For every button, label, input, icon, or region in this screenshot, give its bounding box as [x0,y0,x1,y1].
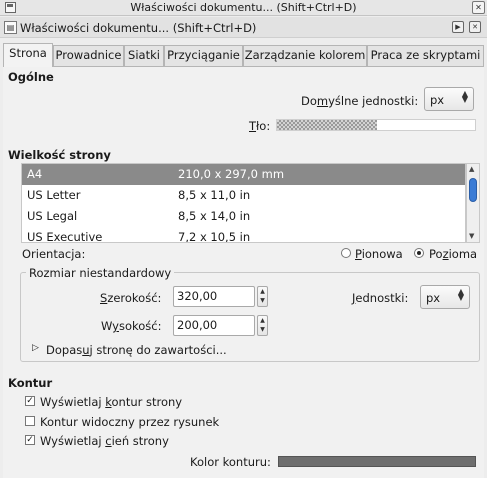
show-shadow-label[interactable]: Wyświetlaj cień strony [40,434,169,448]
general-heading: Ogólne [8,70,54,84]
portrait-label[interactable]: Pionowa [355,247,403,261]
spin-arrows-icon: ▲ ▼ [461,89,468,104]
window-titlebar: Właściwości dokumentu... (Shift+Ctrl+D) … [0,0,487,16]
width-label: Szerokość: [100,291,162,305]
width-field[interactable]: 320,00 [173,286,255,307]
list-item[interactable]: A4 210,0 x 297,0 mm [22,164,465,185]
background-label: Tło: [249,119,271,133]
transparency-checker [277,120,377,130]
border-heading: Kontur [8,376,53,390]
dock-title: Właściwości dokumentu... (Shift+Ctrl+D) [20,21,257,35]
dock-iconify-button[interactable]: ▶ [452,21,464,33]
height-field[interactable]: 200,00 [173,315,255,336]
tab-strona[interactable]: Strona [3,43,53,67]
spin-arrows-icon: ▲ ▼ [457,287,464,302]
page-size-scrollbar[interactable]: ▲ ▼ [466,163,480,243]
window-title: Właściwości dokumentu... (Shift+Ctrl+D) [130,1,357,14]
tab-praca-ze-skryptami[interactable]: Praca ze skryptami [367,45,484,66]
height-stepper[interactable]: ▲ ▼ [257,315,268,336]
tab-siatki[interactable]: Siatki [124,45,164,66]
height-label: Wysokość: [101,319,162,333]
border-color-button[interactable] [278,456,476,467]
border-color-label: Kolor konturu: [190,455,271,469]
custom-units-value: px [426,291,441,305]
dock-header: ▤ Właściwości dokumentu... (Shift+Ctrl+D… [0,17,487,38]
border-on-top-label[interactable]: Kontur widoczny przez rysunek [40,415,219,429]
dock-close-button[interactable]: ✕ [469,21,481,33]
scroll-up-icon[interactable]: ▲ [469,165,474,173]
tab-przyciaganie[interactable]: Przyciąganie [164,45,243,66]
expander-arrow-icon[interactable]: ▷ [32,343,39,353]
landscape-label[interactable]: Pozioma [429,247,477,261]
show-shadow-checkbox[interactable]: ✓ [25,435,35,445]
list-item[interactable]: US Executive 7,2 x 10,5 in [22,227,465,242]
show-border-label[interactable]: Wyświetlaj kontur strony [40,395,182,409]
landscape-radio[interactable] [414,248,424,258]
orientation-label: Orientacja: [22,247,86,261]
custom-size-legend: Rozmiar niestandardowy [26,266,175,280]
tab-zarzadzanie-kolorem[interactable]: Zarządzanie kolorem [243,45,367,66]
default-units-value: px [430,93,445,107]
close-window-button[interactable]: ✕ [472,1,485,14]
custom-units-select[interactable]: px ▲ ▼ [420,285,470,309]
resize-to-content-expander[interactable]: Dopasuj stronę do zawartości... [46,343,227,357]
document-properties-icon: ▤ [4,21,17,34]
list-item[interactable]: US Legal 8,5 x 14,0 in [22,206,465,227]
width-stepper[interactable]: ▲ ▼ [257,286,268,307]
scrollbar-thumb[interactable] [469,178,477,202]
custom-units-label: Jednostki: [352,291,409,305]
page-size-list[interactable]: A4 210,0 x 297,0 mm US Letter 8,5 x 11,0 i… [21,163,466,243]
portrait-radio[interactable] [341,248,351,258]
scroll-down-icon[interactable]: ▼ [469,232,474,240]
list-item[interactable]: US Letter 8,5 x 11,0 in [22,185,465,206]
border-on-top-checkbox[interactable] [25,416,35,426]
default-units-label: Domyślne jednostki: [301,94,419,108]
show-border-checkbox[interactable]: ✓ [25,396,35,406]
default-units-select[interactable]: px ▲ ▼ [424,87,474,111]
tab-prowadnice[interactable]: Prowadnice [53,45,124,66]
page-size-heading: Wielkość strony [8,148,111,162]
